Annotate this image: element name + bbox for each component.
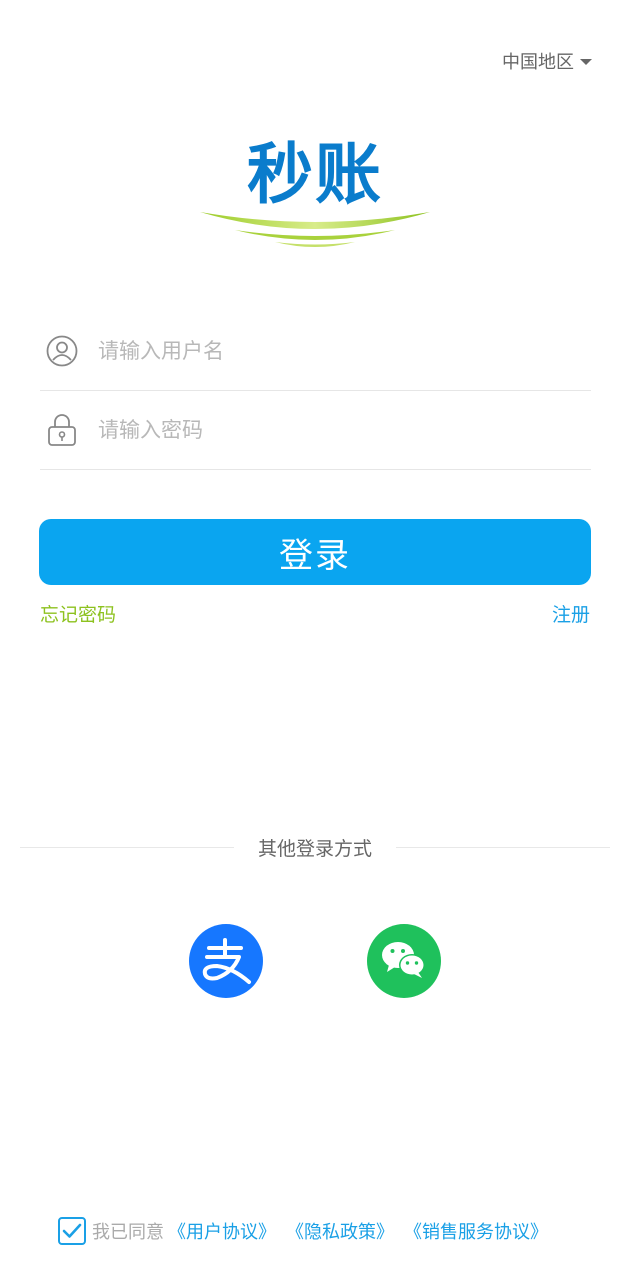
username-row xyxy=(40,312,591,391)
user-icon xyxy=(42,331,82,371)
agreement-row: 我已同意 《用户协议》 《隐私政策》 《销售服务协议》 xyxy=(58,1215,548,1247)
wechat-icon xyxy=(382,942,425,978)
privacy-policy-link[interactable]: 《隐私政策》 xyxy=(286,1218,394,1244)
region-label: 中国地区 xyxy=(502,52,574,73)
password-input[interactable] xyxy=(96,417,570,443)
wechat-login-button[interactable] xyxy=(367,924,441,998)
other-login-divider: 其他登录方式 xyxy=(20,834,611,860)
register-link[interactable]: 注册 xyxy=(552,600,590,627)
agreement-prefix: 我已同意 xyxy=(92,1222,164,1243)
region-selector[interactable]: 中国地区 xyxy=(502,48,592,74)
user-agreement-link[interactable]: 《用户协议》 xyxy=(168,1218,276,1244)
divider-line-left xyxy=(20,846,234,848)
username-input[interactable] xyxy=(96,338,570,364)
agree-checkbox[interactable] xyxy=(58,1217,86,1245)
sales-agreement-link[interactable]: 《销售服务协议》 xyxy=(404,1218,548,1244)
password-row xyxy=(40,391,591,470)
forgot-password-link[interactable]: 忘记密码 xyxy=(40,600,116,627)
alipay-icon xyxy=(202,938,251,984)
checkmark-icon xyxy=(62,1223,82,1238)
caret-down-icon xyxy=(580,59,592,65)
alipay-login-button[interactable] xyxy=(189,924,263,998)
lock-icon xyxy=(42,410,82,450)
app-logo: 秒账 xyxy=(195,138,435,253)
logo-swoosh-icon xyxy=(200,212,430,247)
logo-text: 秒账 xyxy=(247,136,383,213)
login-button[interactable]: 登录 xyxy=(39,519,591,585)
divider-line-right xyxy=(396,846,611,848)
other-login-title: 其他登录方式 xyxy=(258,837,373,860)
